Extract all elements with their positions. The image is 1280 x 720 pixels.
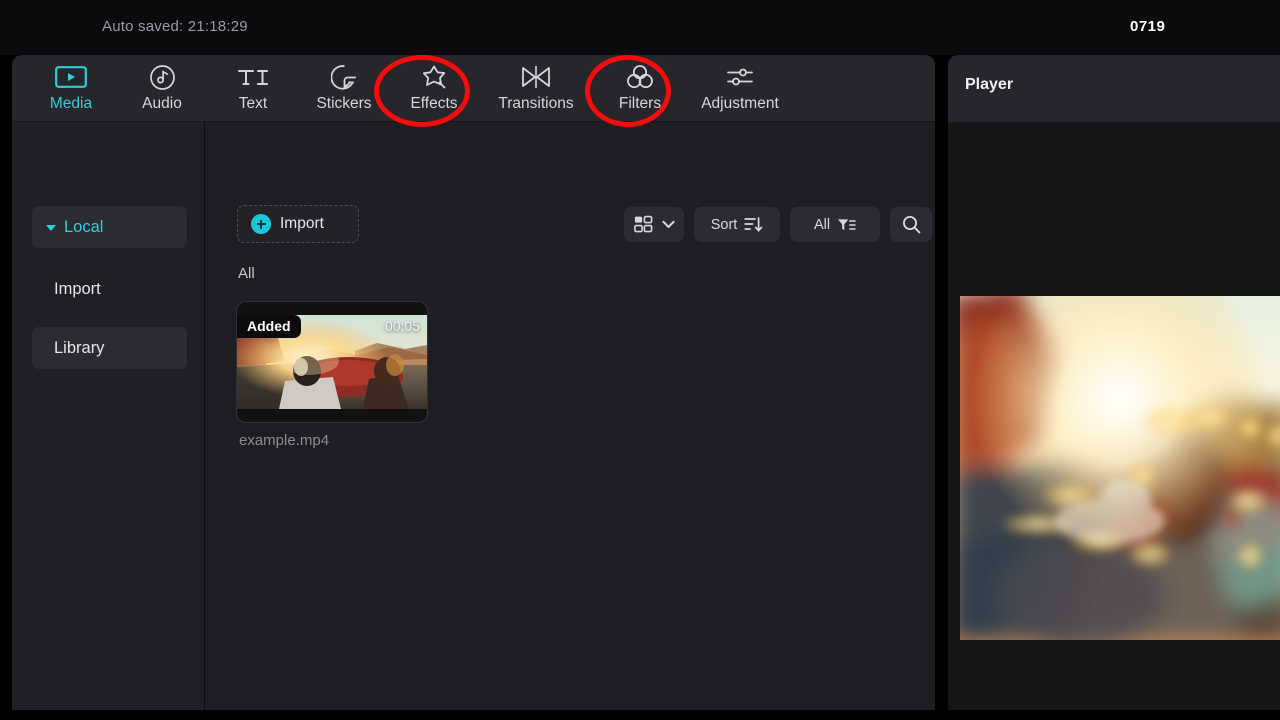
section-label-all: All bbox=[238, 265, 255, 282]
audio-note-icon bbox=[149, 62, 176, 92]
text-ti-icon bbox=[236, 62, 270, 92]
player-title: Player bbox=[965, 76, 1014, 93]
tab-label: Stickers bbox=[316, 95, 372, 112]
filter-button-label: All bbox=[813, 216, 831, 233]
player-preview-image bbox=[960, 296, 1280, 640]
media-sidebar: Local Import Library bbox=[12, 122, 205, 710]
search-icon bbox=[902, 215, 921, 234]
tab-audio[interactable]: Audio bbox=[122, 62, 202, 118]
tab-label: Effects bbox=[410, 95, 458, 112]
media-filename-label: example.mp4 bbox=[239, 432, 330, 449]
chevron-down-icon bbox=[661, 220, 675, 229]
media-thumbnail: Added 00:05 bbox=[237, 315, 427, 409]
tab-transitions[interactable]: Transitions bbox=[477, 62, 595, 118]
view-mode-selector[interactable] bbox=[624, 207, 684, 242]
tab-effects[interactable]: Effects bbox=[393, 62, 475, 118]
tab-label: Audio bbox=[142, 95, 182, 112]
sort-descending-icon bbox=[744, 216, 763, 233]
sidebar-item-label: Local bbox=[64, 217, 104, 236]
transitions-icon bbox=[520, 62, 552, 92]
tab-stickers[interactable]: Stickers bbox=[297, 62, 391, 118]
tab-label: Filters bbox=[618, 95, 662, 112]
sidebar-item-label: Library bbox=[54, 338, 105, 357]
plus-circle-icon bbox=[251, 214, 271, 234]
filter-button[interactable]: All bbox=[790, 207, 880, 242]
tab-label: Text bbox=[238, 95, 268, 112]
adjustment-sliders-icon bbox=[725, 62, 755, 92]
sidebar-item-label: Import bbox=[54, 279, 101, 298]
sidebar-item-library[interactable]: Library bbox=[32, 327, 187, 369]
tab-label: Adjustment bbox=[701, 95, 779, 112]
tab-media[interactable]: Media bbox=[29, 62, 113, 118]
effects-star-icon bbox=[420, 62, 448, 92]
media-card-example[interactable]: Added 00:05 bbox=[237, 302, 427, 422]
search-button[interactable] bbox=[890, 207, 932, 242]
filter-funnel-icon bbox=[837, 217, 856, 233]
sidebar-item-import[interactable]: Import bbox=[32, 268, 187, 310]
media-content-area: Import Sort All All Added 00:05 example.… bbox=[206, 122, 935, 710]
tab-adjustment[interactable]: Adjustment bbox=[681, 62, 799, 118]
top-bar: Auto saved: 21:18:29 0719 bbox=[0, 0, 1280, 55]
chevron-down-icon bbox=[46, 225, 56, 231]
tab-label: Media bbox=[49, 95, 93, 112]
import-button-label: Import bbox=[280, 215, 324, 232]
media-panel: Media Audio Text Stickers Effects Transi… bbox=[12, 55, 935, 710]
tab-filters[interactable]: Filters bbox=[601, 62, 679, 118]
player-panel: Player bbox=[948, 55, 1280, 710]
filters-circles-icon bbox=[625, 62, 655, 92]
sort-button-label: Sort bbox=[710, 216, 738, 233]
sidebar-item-local[interactable]: Local bbox=[32, 206, 187, 248]
project-code-label: 0719 bbox=[1130, 18, 1166, 35]
sort-button[interactable]: Sort bbox=[694, 207, 780, 242]
player-stage[interactable] bbox=[948, 122, 1280, 710]
grid-view-icon bbox=[633, 215, 653, 234]
duration-label: 00:05 bbox=[384, 318, 420, 334]
media-play-rect-icon bbox=[55, 62, 87, 92]
sticker-icon bbox=[330, 62, 358, 92]
import-button[interactable]: Import bbox=[237, 205, 359, 243]
status-badge-added: Added bbox=[237, 315, 301, 338]
tab-label: Transitions bbox=[498, 95, 574, 112]
main-tab-bar: Media Audio Text Stickers Effects Transi… bbox=[12, 55, 935, 122]
player-header: Player bbox=[948, 55, 1280, 122]
tab-text[interactable]: Text bbox=[216, 62, 290, 118]
autosave-status: Auto saved: 21:18:29 bbox=[102, 18, 248, 35]
